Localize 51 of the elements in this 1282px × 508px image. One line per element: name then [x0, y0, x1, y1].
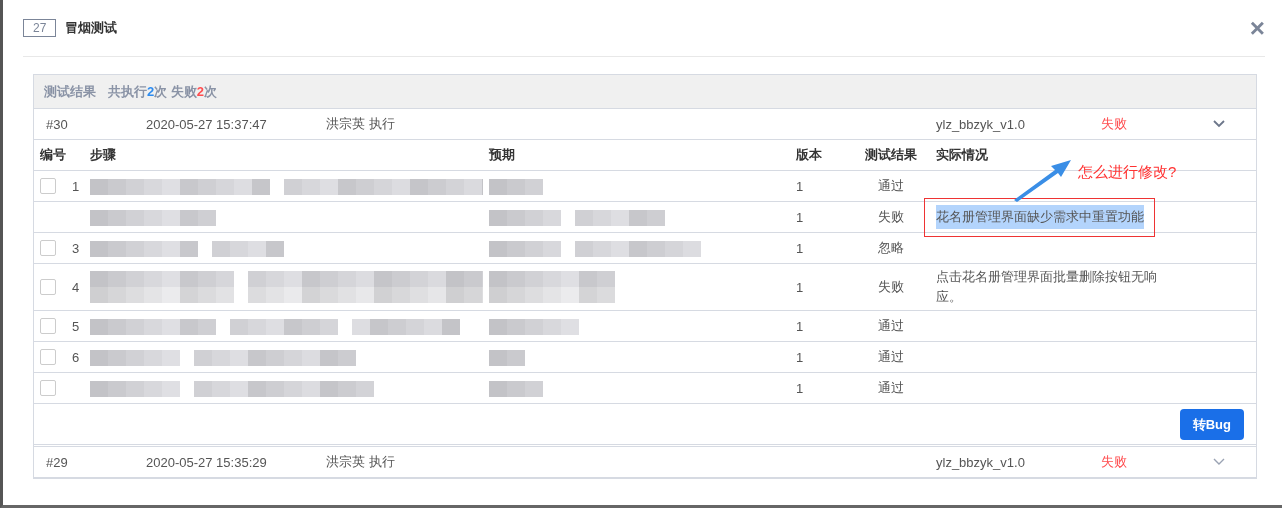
to-bug-button[interactable]: 转Bug: [1179, 409, 1244, 440]
summary-label: 测试结果: [44, 82, 96, 101]
close-button[interactable]: ×: [1249, 15, 1265, 41]
run-version: ylz_bbzyk_v1.0: [936, 116, 1026, 132]
result-cell: 通过: [878, 348, 904, 366]
column-header: 步骤: [90, 146, 116, 164]
step-number: 1: [72, 178, 80, 194]
run-id: #30: [45, 116, 69, 132]
version-cell: 1: [796, 318, 804, 334]
version-cell: 1: [796, 279, 804, 295]
run-time: 2020-05-27 15:37:47: [146, 116, 268, 132]
run-result: 失败: [1101, 115, 1128, 133]
result-cell: 忽略: [878, 239, 904, 257]
result-cell: 失败: [878, 208, 904, 226]
actual-result-text: 花名册管理界面缺少需求中重置功能: [936, 205, 1144, 229]
version-cell: 1: [796, 380, 804, 396]
annotation-text: 怎么进行修改?: [1078, 163, 1177, 182]
run-executor: 洪宗英 执行: [326, 115, 396, 133]
version-cell: 1: [796, 349, 804, 365]
step-number: 5: [72, 318, 80, 334]
actual-result-text: 点击花名册管理界面批量删除按钮无响应。: [936, 268, 1158, 306]
dialog-title: 冒烟测试: [65, 19, 119, 37]
run-time: 2020-05-27 15:35:29: [146, 454, 268, 470]
run-id: #29: [45, 454, 69, 470]
chevron-down-icon[interactable]: [1213, 458, 1225, 466]
result-cell: 通过: [878, 379, 904, 397]
row-checkbox[interactable]: [40, 279, 56, 295]
column-header: 测试结果: [865, 146, 917, 164]
run-result: 失败: [1101, 453, 1128, 471]
row-checkbox[interactable]: [40, 380, 56, 396]
result-cell: 失败: [878, 278, 904, 296]
step-number: 3: [72, 240, 80, 256]
column-header: 预期: [489, 146, 515, 164]
version-cell: 1: [796, 240, 804, 256]
result-cell: 通过: [878, 177, 904, 195]
version-cell: 1: [796, 178, 804, 194]
run-executor: 洪宗英 执行: [326, 453, 396, 471]
row-checkbox[interactable]: [40, 178, 56, 194]
column-header: 实际情况: [936, 146, 988, 164]
row-checkbox[interactable]: [40, 349, 56, 365]
row-checkbox[interactable]: [40, 318, 56, 334]
version-cell: 1: [796, 209, 804, 225]
column-header: 编号: [40, 146, 66, 164]
result-cell: 通过: [878, 317, 904, 335]
summary-text: 共执行2次 失败2次: [108, 82, 218, 101]
column-header: 版本: [796, 146, 822, 164]
step-number: 6: [72, 349, 80, 365]
run-version: ylz_bbzyk_v1.0: [936, 454, 1026, 470]
number-badge: 27: [23, 19, 57, 37]
row-checkbox[interactable]: [40, 240, 56, 256]
step-number: 4: [72, 279, 80, 295]
